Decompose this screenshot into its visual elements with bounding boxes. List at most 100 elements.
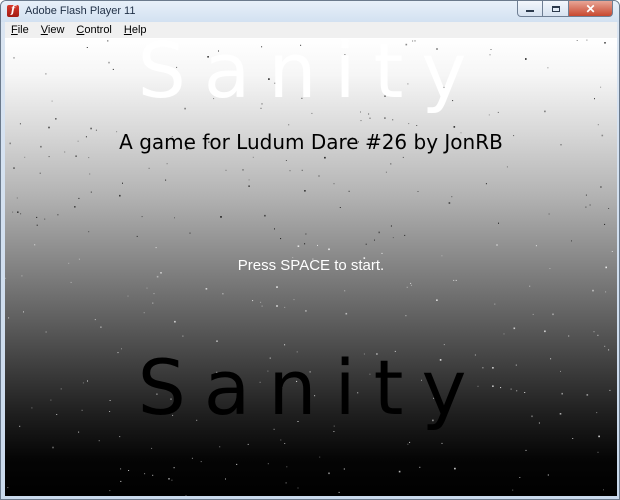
particle-speck xyxy=(152,474,154,476)
particle-speck xyxy=(589,204,591,206)
particle-speck xyxy=(378,231,380,234)
particle-speck xyxy=(185,495,187,496)
menu-file-accelerator: F xyxy=(11,24,18,36)
particle-speck xyxy=(165,179,167,181)
particle-speck xyxy=(141,216,143,218)
minimize-icon xyxy=(526,10,534,12)
minimize-button[interactable] xyxy=(517,1,543,17)
title-bar[interactable]: f Adobe Flash Player 11 ✕ xyxy=(1,1,619,22)
menu-bar: File View Control Help xyxy=(5,22,617,38)
particle-speck xyxy=(548,213,550,215)
particle-speck xyxy=(454,467,456,470)
particle-speck xyxy=(191,457,193,459)
particle-speck xyxy=(100,326,102,328)
particle-speck xyxy=(571,240,572,242)
close-icon: ✕ xyxy=(585,1,596,16)
particle-speck xyxy=(252,156,254,158)
particle-speck xyxy=(525,449,527,451)
particle-speck xyxy=(410,282,412,284)
particle-speck xyxy=(406,286,408,288)
particle-speck xyxy=(276,305,278,307)
particle-speck xyxy=(544,330,546,333)
particle-speck xyxy=(328,472,330,475)
particle-speck xyxy=(498,222,499,224)
particle-speck xyxy=(597,334,599,336)
particle-speck xyxy=(39,172,41,174)
particle-speck xyxy=(392,237,394,239)
particle-speck xyxy=(34,244,36,246)
particle-speck xyxy=(242,169,244,171)
particle-speck xyxy=(261,305,263,307)
particle-speck xyxy=(274,228,275,230)
game-title: Sanity xyxy=(137,38,485,115)
particle-speck xyxy=(289,170,291,172)
particle-speck xyxy=(597,124,599,126)
particle-speck xyxy=(603,489,604,491)
particle-speck xyxy=(339,207,341,208)
particle-speck xyxy=(23,311,24,313)
particle-speck xyxy=(592,289,594,292)
particle-speck xyxy=(156,275,159,278)
particle-speck xyxy=(94,319,96,321)
particle-speck xyxy=(333,183,335,185)
particle-speck xyxy=(264,214,266,217)
particle-speck xyxy=(267,463,269,465)
game-stage[interactable]: Sanity A game for Ludum Dare #26 by JonR… xyxy=(5,38,617,496)
menu-help-label: elp xyxy=(131,24,147,36)
window-title: Adobe Flash Player 11 xyxy=(25,5,136,17)
particle-speck xyxy=(343,468,345,470)
particle-speck xyxy=(166,163,168,165)
particle-speck xyxy=(119,436,121,438)
menu-file[interactable]: File xyxy=(5,22,35,38)
particle-speck xyxy=(285,160,287,161)
particle-speck xyxy=(293,299,295,301)
maximize-button[interactable] xyxy=(543,1,569,17)
particle-speck xyxy=(344,290,346,292)
particle-speck xyxy=(304,243,306,245)
particle-speck xyxy=(408,123,410,125)
particle-speck xyxy=(392,119,394,121)
particle-speck xyxy=(173,467,175,469)
close-button[interactable]: ✕ xyxy=(569,1,613,17)
particle-speck xyxy=(174,320,176,323)
particle-speck xyxy=(36,216,38,218)
particle-speck xyxy=(547,474,549,476)
particle-speck xyxy=(16,197,18,199)
menu-help[interactable]: Help xyxy=(118,22,153,38)
particle-speck xyxy=(441,442,443,444)
particle-speck xyxy=(120,468,122,470)
particle-speck xyxy=(136,235,138,237)
start-prompt: Press SPACE to start. xyxy=(237,257,385,274)
particle-speck xyxy=(280,238,282,240)
particle-speck xyxy=(88,157,90,159)
particle-speck xyxy=(405,315,407,317)
particle-speck xyxy=(385,171,387,173)
particle-speck xyxy=(317,244,318,246)
particle-speck xyxy=(305,233,307,235)
particle-speck xyxy=(369,117,371,119)
particle-speck xyxy=(451,196,453,198)
particle-speck xyxy=(488,114,490,116)
particle-speck xyxy=(519,477,521,478)
particle-speck xyxy=(189,232,191,234)
particle-speck xyxy=(225,169,227,171)
particle-speck xyxy=(70,281,72,283)
menu-view[interactable]: View xyxy=(35,22,71,38)
menu-view-label: iew xyxy=(47,24,65,36)
particle-speck xyxy=(55,118,57,120)
particle-speck xyxy=(17,211,19,213)
particle-speck xyxy=(453,279,455,281)
particle-speck xyxy=(182,335,184,337)
menu-control[interactable]: Control xyxy=(70,22,117,38)
particle-speck xyxy=(409,441,411,443)
particle-speck xyxy=(216,340,218,342)
particle-speck xyxy=(494,303,496,305)
particle-speck xyxy=(453,126,456,128)
particle-speck xyxy=(205,288,208,290)
particle-speck xyxy=(45,331,47,333)
particle-speck xyxy=(13,167,15,169)
particle-speck xyxy=(419,466,421,468)
flash-app-icon: f xyxy=(7,5,19,17)
particle-speck xyxy=(605,291,607,293)
game-subtitle: A game for Ludum Dare #26 by JonRB xyxy=(119,130,503,154)
